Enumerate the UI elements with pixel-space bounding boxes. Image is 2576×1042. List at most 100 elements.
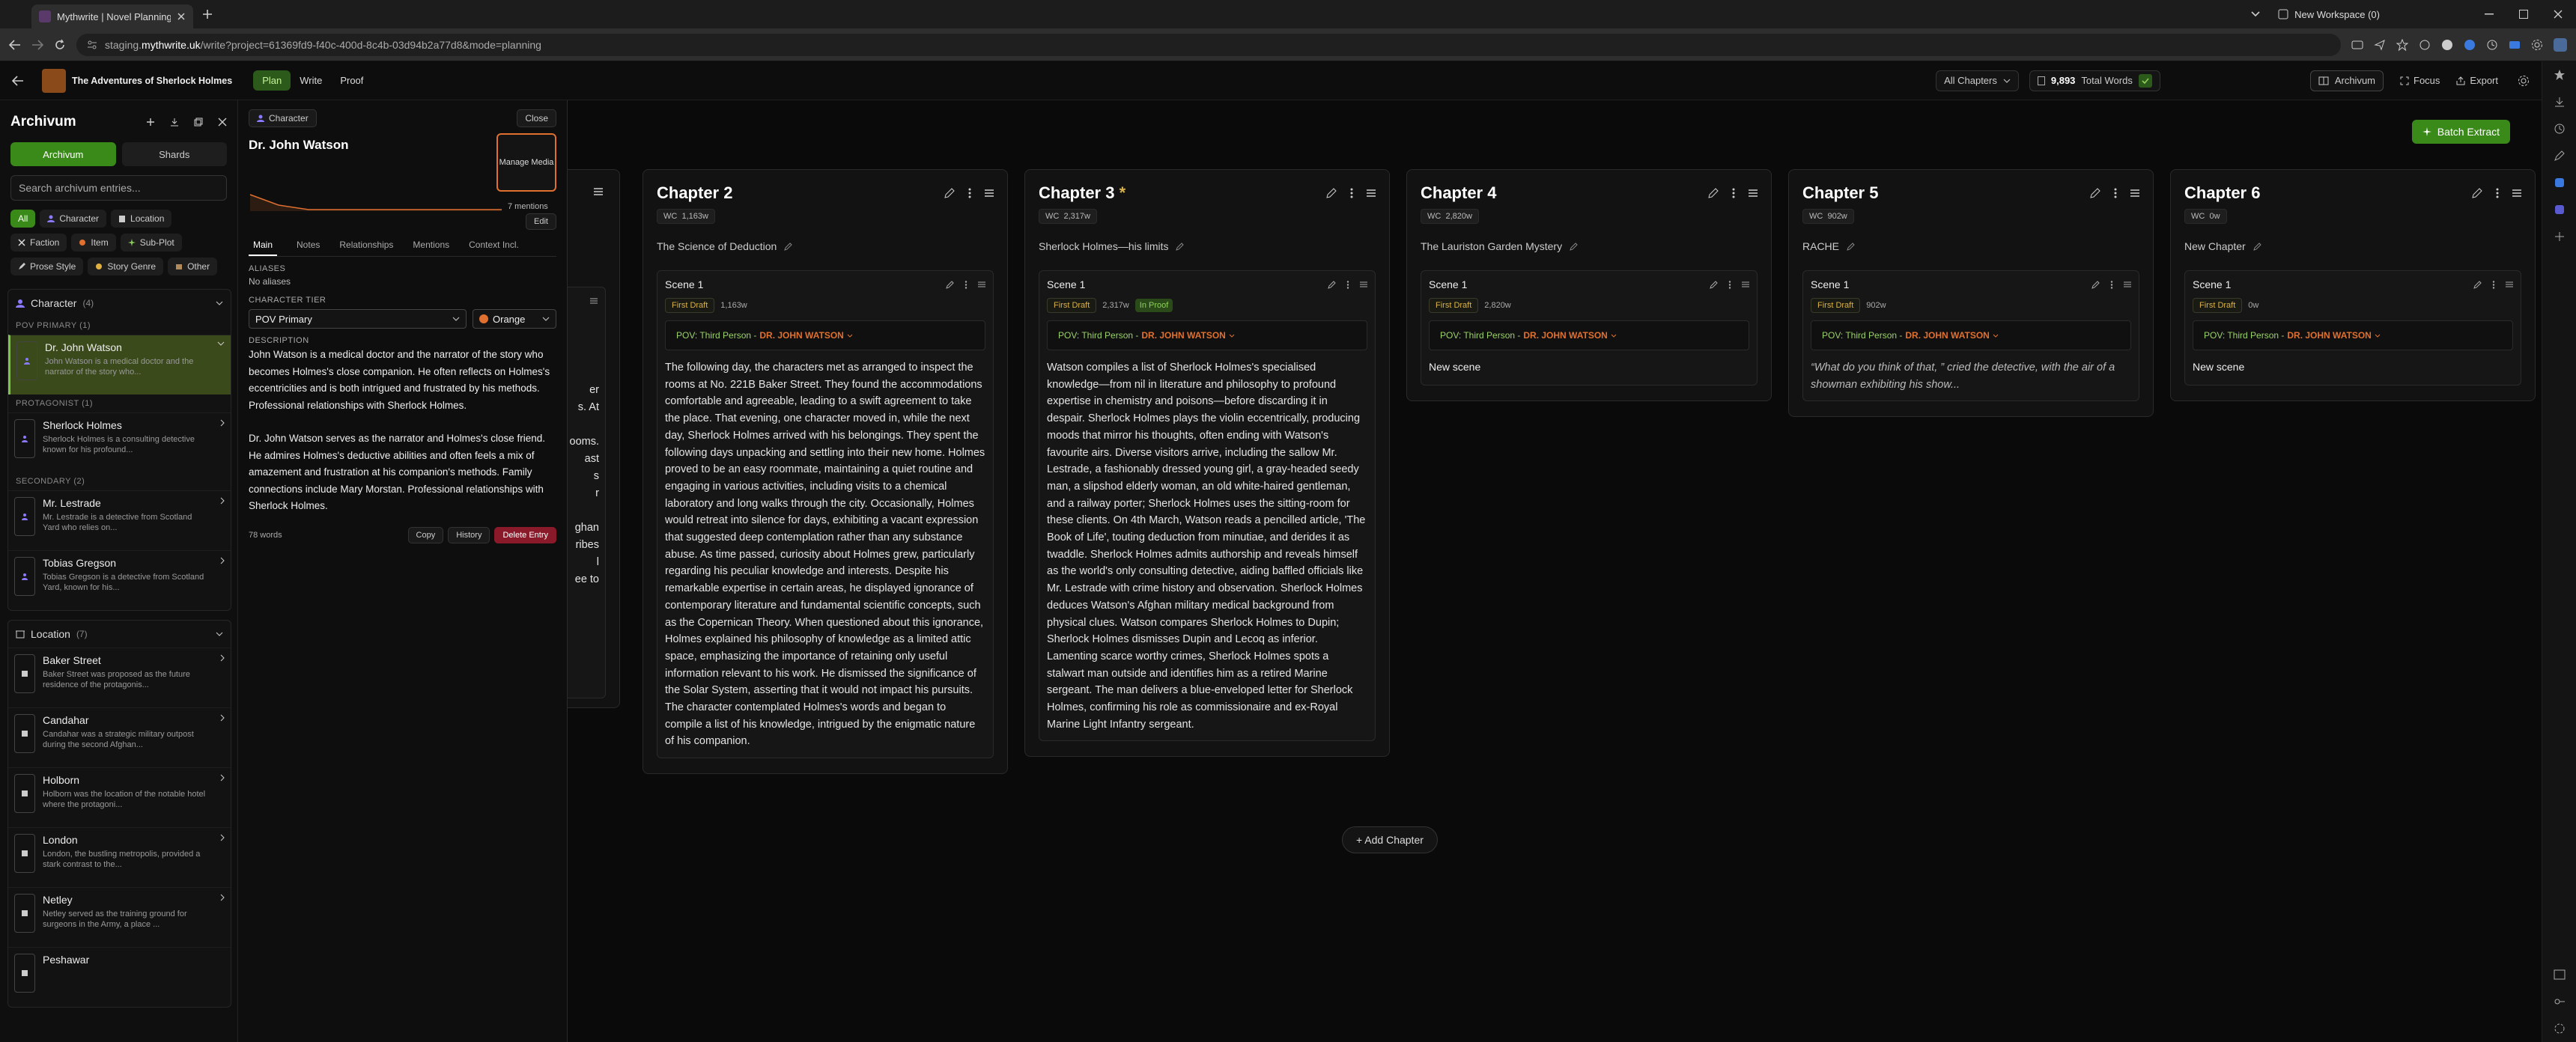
list-item[interactable]: Dr. John Watson John Watson is a medical … — [8, 335, 231, 394]
chip-subplot[interactable]: Sub-Plot — [120, 234, 182, 252]
more-icon[interactable] — [1346, 280, 1349, 289]
edit-icon[interactable] — [1847, 242, 1855, 251]
mode-plan[interactable]: Plan — [253, 70, 291, 91]
edit-button[interactable]: Edit — [526, 213, 556, 230]
drag-handle-icon[interactable] — [1367, 188, 1376, 198]
status-dropdown[interactable]: First Draft — [1047, 298, 1097, 313]
list-item[interactable]: London London, the bustling metropolis, p… — [8, 827, 231, 887]
drag-handle-icon[interactable] — [2506, 281, 2513, 289]
chip-story-genre[interactable]: Story Genre — [88, 258, 164, 275]
workspace-label[interactable]: New Workspace (0) — [2294, 9, 2380, 20]
site-info-icon[interactable] — [87, 40, 97, 50]
status-dropdown[interactable]: First Draft — [2193, 298, 2243, 313]
share-icon[interactable] — [2374, 39, 2386, 51]
chapter-subtitle[interactable]: The Lauriston Garden Mystery — [1421, 240, 1562, 252]
status-dropdown[interactable]: First Draft — [1429, 298, 1479, 313]
chapter-title[interactable]: Chapter 3 * — [1039, 183, 1126, 203]
close-button[interactable]: Close — [517, 109, 556, 127]
more-icon[interactable] — [1350, 188, 1353, 198]
edit-icon[interactable] — [1708, 188, 1719, 198]
new-tab-icon[interactable] — [202, 9, 213, 19]
edit-icon[interactable] — [784, 242, 793, 251]
color-select[interactable]: Orange — [473, 309, 556, 329]
drag-handle-icon[interactable] — [978, 281, 985, 289]
copy-icon[interactable] — [194, 118, 203, 127]
chevron-right-icon[interactable] — [220, 557, 225, 564]
bookmark-star-icon[interactable] — [2396, 38, 2408, 51]
copy-button[interactable]: Copy — [407, 526, 444, 543]
archivum-toggle[interactable]: Archivum — [2309, 70, 2384, 91]
import-icon[interactable] — [170, 118, 179, 127]
chapter-title[interactable]: Chapter 4 — [1421, 183, 1496, 203]
more-icon[interactable] — [2492, 280, 2495, 289]
scene-body[interactable]: New scene — [1429, 361, 1749, 373]
pov-selector[interactable]: POV: Third Person - DR. JOHN WATSON — [1429, 320, 1749, 350]
drag-handle-icon[interactable] — [1742, 281, 1749, 289]
edit-icon[interactable] — [1328, 280, 1336, 289]
pov-selector[interactable]: POV: Third Person - DR. JOHN WATSON — [1811, 320, 2131, 350]
back-arrow-icon[interactable] — [12, 75, 24, 86]
chapter-subtitle[interactable]: The Science of Deduction — [657, 240, 777, 252]
app-settings-icon[interactable] — [2518, 75, 2530, 87]
mode-proof[interactable]: Proof — [331, 70, 372, 91]
tab-mentions[interactable]: Mentions — [413, 235, 449, 256]
screenshot-icon[interactable] — [2351, 40, 2363, 50]
list-item[interactable]: Peshawar — [8, 947, 231, 1007]
drag-handle-icon[interactable] — [2512, 188, 2521, 198]
list-item[interactable]: Candahar Candahar was a strategic militar… — [8, 707, 231, 767]
chevron-right-icon[interactable] — [220, 654, 225, 662]
history-side-icon[interactable] — [2554, 123, 2566, 135]
drag-handle-icon[interactable] — [2124, 281, 2131, 289]
tab-notes[interactable]: Notes — [297, 235, 320, 256]
chevron-right-icon[interactable] — [220, 894, 225, 901]
drag-handle-icon[interactable] — [2130, 188, 2139, 198]
back-icon[interactable] — [9, 39, 21, 50]
scene-card[interactable]: Scene 1 First Draft 2,820w POV: Third Per… — [1421, 270, 1758, 386]
vpn-icon[interactable] — [2464, 39, 2476, 51]
pen-icon[interactable] — [2554, 150, 2566, 162]
key-icon[interactable] — [2554, 996, 2566, 1008]
chapter-subtitle[interactable]: Sherlock Holmes—his limits — [1039, 240, 1168, 252]
tab-relationships[interactable]: Relationships — [339, 235, 393, 256]
chevron-right-icon[interactable] — [220, 714, 225, 722]
more-icon[interactable] — [1728, 280, 1731, 289]
scene-card[interactable]: Scene 1 First Draft 2,317w In Proof POV: T… — [1039, 270, 1376, 742]
close-tab-icon[interactable] — [177, 12, 186, 21]
list-item[interactable]: Mr. Lestrade Mr. Lestrade is a detective … — [8, 490, 231, 550]
browser-tab[interactable]: Mythwrite | Novel Planning, Wr — [31, 4, 193, 28]
chapter-title[interactable]: Chapter 2 — [657, 183, 732, 203]
tab-archivum[interactable]: Archivum — [10, 142, 116, 166]
reload-icon[interactable] — [54, 39, 66, 51]
search-input[interactable]: Search archivum entries... — [10, 175, 227, 201]
scene-card[interactable]: er s. At ooms. ast s r ghan ribes l ee t… — [568, 287, 606, 698]
list-item[interactable]: Sherlock Holmes Sherlock Holmes is a cons… — [8, 412, 231, 472]
more-icon[interactable] — [968, 188, 971, 198]
edit-icon[interactable] — [1710, 280, 1718, 289]
edit-icon[interactable] — [1326, 188, 1337, 198]
drag-handle-icon[interactable] — [1749, 188, 1758, 198]
list-item[interactable]: Holborn Holborn was the location of the n… — [8, 767, 231, 827]
chevron-down-icon[interactable] — [217, 341, 225, 346]
edit-icon[interactable] — [2092, 280, 2100, 289]
list-item[interactable]: Baker Street Baker Street was proposed as… — [8, 648, 231, 707]
minimize-icon[interactable] — [2485, 13, 2494, 15]
chip-all[interactable]: All — [10, 210, 36, 228]
address-bar[interactable]: staging.mythwrite.uk/write?project=61369… — [76, 33, 2341, 56]
edit-icon[interactable] — [944, 188, 955, 198]
sidebar-extension-icon[interactable] — [2554, 204, 2566, 216]
description-p2[interactable]: Dr. John Watson serves as the narrator a… — [249, 430, 556, 515]
chip-prose-style[interactable]: Prose Style — [10, 258, 84, 275]
tab-shards[interactable]: Shards — [121, 142, 227, 166]
favorites-icon[interactable] — [2554, 69, 2566, 81]
manage-media-button[interactable]: Manage Media — [496, 133, 556, 192]
tab-main[interactable]: Main — [249, 235, 278, 256]
status-dropdown[interactable]: First Draft — [665, 298, 715, 313]
add-sidebar-icon[interactable] — [2554, 231, 2566, 243]
edit-icon[interactable] — [2473, 280, 2482, 289]
maximize-icon[interactable] — [2519, 10, 2528, 19]
focus-button[interactable]: Focus — [2400, 75, 2440, 86]
scene-card[interactable]: Scene 1 First Draft 1,163w POV: Third Per… — [657, 270, 994, 759]
tools-icon[interactable] — [2554, 177, 2566, 189]
chevron-right-icon[interactable] — [220, 834, 225, 841]
more-icon[interactable] — [2114, 188, 2117, 198]
